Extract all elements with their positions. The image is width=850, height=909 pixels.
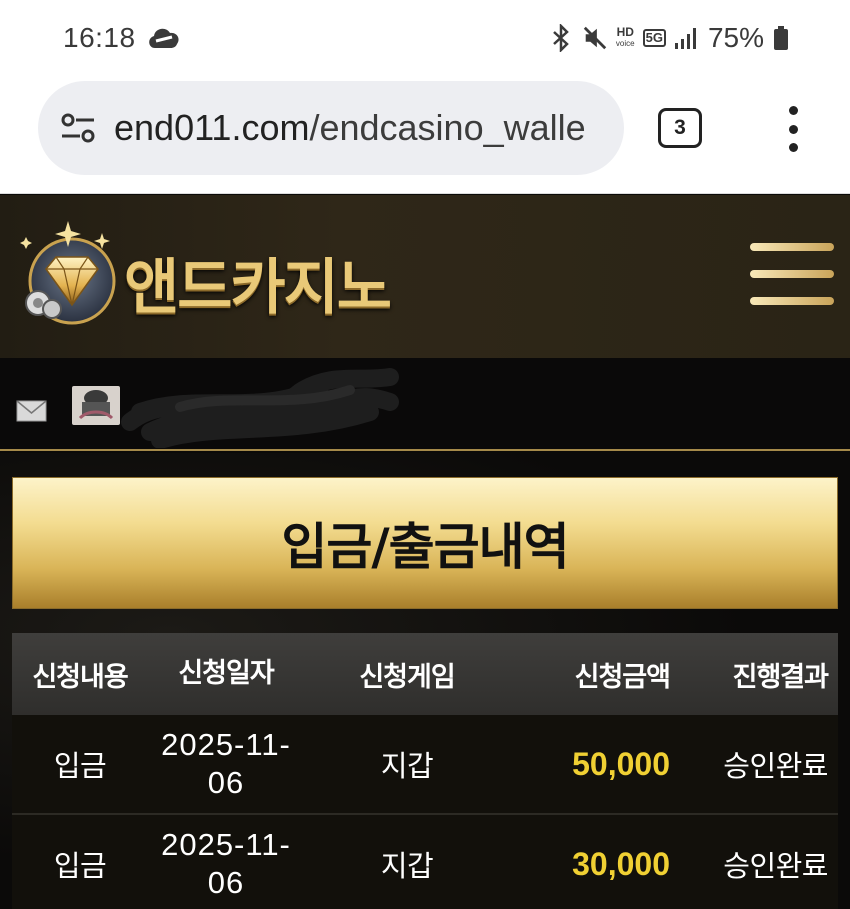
overflow-menu-icon[interactable] <box>782 106 804 152</box>
cell-type: 입금 <box>53 749 107 783</box>
mail-icon[interactable] <box>16 400 47 422</box>
cell-result: 승인완료 <box>723 749 828 783</box>
page-title-banner: 입금/출금내역 <box>12 477 838 609</box>
cell-date: 2025-11-06 <box>161 827 291 900</box>
tab-switcher-button[interactable]: 3 <box>658 108 702 148</box>
cell-result: 승인완료 <box>723 849 828 883</box>
cell-amount: 50,000 <box>572 745 670 782</box>
redacted-username <box>121 368 399 448</box>
5g-icon: 5G <box>642 29 666 47</box>
browser-toolbar: end011.com/endcasino_walle 3 <box>0 78 850 194</box>
battery-percent: 75% <box>707 22 764 53</box>
col-header-result: 진행결과 <box>732 661 829 693</box>
diamond-logo-icon[interactable] <box>16 219 118 327</box>
url-path: /endcasino_walle <box>309 107 586 148</box>
main-content: 입금/출금내역 신청내용 신청일자 신청게임 신청금액 진행결과 입금 2025… <box>0 453 850 909</box>
cell-date: 2025-11-06 <box>161 727 291 800</box>
page-title: 입금/출금내역 <box>281 518 569 576</box>
cell-game: 지갑 <box>380 749 434 783</box>
status-bar: 16:18 HD voice 5G 75% <box>0 0 850 78</box>
avatar[interactable] <box>72 386 120 425</box>
table-row: 입금 2025-11-06 지갑 30,000 승인완료 <box>12 815 838 909</box>
url-text[interactable]: end011.com/endcasino_walle <box>114 107 614 149</box>
battery-icon <box>772 23 790 53</box>
cloud-sync-icon <box>149 28 179 48</box>
col-header-amount: 신청금액 <box>574 661 671 693</box>
cell-type: 입금 <box>53 849 107 883</box>
mute-icon <box>582 23 608 53</box>
site-logo-text[interactable]: 앤드카지노 <box>124 239 392 326</box>
site-settings-icon[interactable] <box>60 112 96 144</box>
signal-icon <box>674 23 700 53</box>
site-header: 앤드카지노 <box>0 195 850 358</box>
table-row: 입금 2025-11-06 지갑 50,000 승인완료 <box>12 715 838 815</box>
status-icons: HD voice 5G 75% <box>548 20 790 56</box>
col-header-date: 신청일자 <box>178 658 274 689</box>
cell-game: 지갑 <box>380 849 434 883</box>
status-time: 16:18 <box>63 22 136 53</box>
user-bar <box>0 358 850 451</box>
voice-label: voice <box>615 39 635 48</box>
hd-voice-icon: HD voice <box>615 25 635 49</box>
hd-label: HD <box>616 25 634 39</box>
cell-amount: 30,000 <box>572 845 670 882</box>
bluetooth-icon <box>548 23 574 53</box>
col-header-type: 신청내용 <box>32 661 128 693</box>
table-header: 신청내용 신청일자 신청게임 신청금액 진행결과 <box>12 633 838 715</box>
transaction-table: 신청내용 신청일자 신청게임 신청금액 진행결과 입금 2025-11-06 지… <box>12 633 838 909</box>
url-host: end011.com <box>114 107 310 148</box>
hamburger-menu-icon[interactable] <box>750 243 834 305</box>
col-header-game: 신청게임 <box>359 661 455 693</box>
address-bar[interactable]: end011.com/endcasino_walle <box>38 81 624 175</box>
